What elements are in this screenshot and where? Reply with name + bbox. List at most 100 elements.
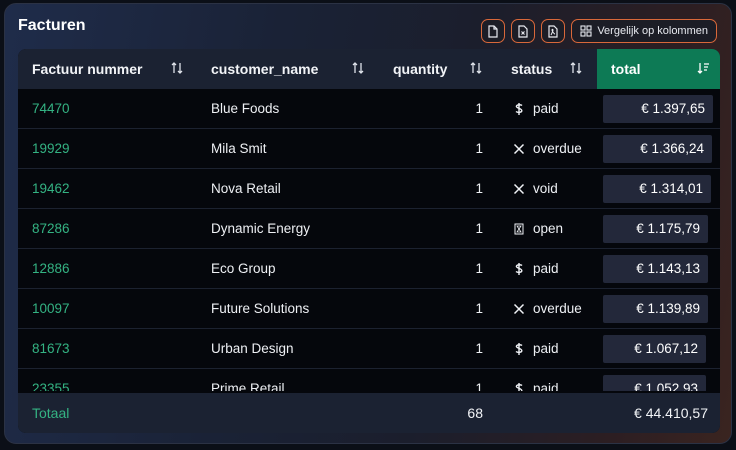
invoice-number-link[interactable]: 10097 bbox=[18, 289, 198, 329]
footer-total-sum: € 44.410,57 bbox=[634, 405, 708, 421]
status-label: open bbox=[533, 221, 564, 236]
customer-name-cell: Future Solutions bbox=[211, 301, 310, 316]
total-value: € 1.052,93 bbox=[634, 381, 698, 391]
total-value-bar: € 1.052,93 bbox=[603, 374, 706, 391]
card-title: Facturen bbox=[18, 17, 86, 34]
total-cell: € 1.067,12 bbox=[597, 329, 720, 369]
status-label: overdue bbox=[533, 141, 582, 156]
quantity-cell: 1 bbox=[475, 381, 483, 391]
total-cell: € 1.052,93 bbox=[597, 369, 720, 391]
table-row[interactable]: 12886 Eco Group 1 paid € 1.143,13 bbox=[18, 249, 720, 289]
table-row[interactable]: 19929 Mila Smit 1 overdue € 1.366,24 bbox=[18, 129, 720, 169]
status-cell: void bbox=[497, 169, 597, 209]
x-icon bbox=[511, 183, 527, 195]
column-header-quantity[interactable]: quantity bbox=[379, 49, 497, 89]
compare-columns-button[interactable]: Vergelijk op kolommen bbox=[571, 19, 717, 43]
sort-icon[interactable] bbox=[170, 61, 184, 78]
status-cell: overdue bbox=[497, 289, 597, 329]
invoice-number-link[interactable]: 74470 bbox=[18, 89, 198, 129]
invoice-number-link[interactable]: 87286 bbox=[18, 209, 198, 249]
status-label: void bbox=[533, 181, 558, 196]
total-cell: € 1.397,65 bbox=[597, 89, 720, 129]
table-row[interactable]: 74470 Blue Foods 1 paid € 1.397,65 bbox=[18, 89, 720, 129]
invoices-card: Facturen Vergelijk op kolommen Factuur n… bbox=[4, 3, 732, 444]
total-value: € 1.175,79 bbox=[636, 221, 700, 236]
column-header-total[interactable]: total bbox=[597, 49, 720, 89]
total-value: € 1.314,01 bbox=[639, 181, 703, 196]
total-cell: € 1.366,24 bbox=[597, 129, 720, 169]
total-value-bar: € 1.067,12 bbox=[603, 334, 706, 363]
dollar-icon bbox=[511, 262, 527, 276]
customer-name-cell: Prime Retail bbox=[211, 381, 285, 391]
table-body: 74470 Blue Foods 1 paid € 1.397,65 19929 Mila … bbox=[18, 89, 720, 391]
customer-name-cell: Mila Smit bbox=[211, 141, 267, 156]
status-label: paid bbox=[533, 381, 559, 391]
total-cell: € 1.139,89 bbox=[597, 289, 720, 329]
quantity-cell: 1 bbox=[475, 221, 483, 236]
x-icon bbox=[511, 143, 527, 155]
status-cell: overdue bbox=[497, 129, 597, 169]
column-header-label: customer_name bbox=[211, 61, 319, 77]
column-header-label: total bbox=[611, 61, 641, 77]
dollar-icon bbox=[511, 102, 527, 116]
total-cell: € 1.175,79 bbox=[597, 209, 720, 249]
table-footer: Totaal 68 € 44.410,57 bbox=[18, 393, 720, 433]
total-value: € 1.139,89 bbox=[636, 301, 700, 316]
invoice-number-link[interactable]: 12886 bbox=[18, 249, 198, 289]
status-cell: paid bbox=[497, 369, 597, 391]
invoices-table: Factuur nummer customer_name quantity st… bbox=[18, 49, 720, 433]
sort-icon[interactable] bbox=[569, 61, 583, 78]
export-pdf-button[interactable] bbox=[541, 19, 566, 43]
export-file-button[interactable] bbox=[481, 19, 506, 43]
file-icon bbox=[487, 24, 499, 38]
sort-descending-icon[interactable] bbox=[696, 61, 710, 78]
total-cell: € 1.143,13 bbox=[597, 249, 720, 289]
table-row[interactable]: 10097 Future Solutions 1 overdue € 1.139,89 bbox=[18, 289, 720, 329]
total-value: € 1.143,13 bbox=[636, 261, 700, 276]
total-value: € 1.067,12 bbox=[634, 341, 698, 356]
export-excel-button[interactable] bbox=[511, 19, 536, 43]
quantity-cell: 1 bbox=[475, 181, 483, 196]
customer-name-cell: Blue Foods bbox=[211, 101, 280, 116]
customer-name-cell: Nova Retail bbox=[211, 181, 281, 196]
table-row[interactable]: 19462 Nova Retail 1 void € 1.314,01 bbox=[18, 169, 720, 209]
column-header-customer[interactable]: customer_name bbox=[198, 49, 379, 89]
column-header-label: Factuur nummer bbox=[32, 61, 143, 77]
invoice-number-link[interactable]: 23355 bbox=[18, 369, 198, 391]
toolbar: Vergelijk op kolommen bbox=[481, 19, 717, 43]
quantity-cell: 1 bbox=[475, 101, 483, 116]
status-label: paid bbox=[533, 261, 559, 276]
status-cell: open bbox=[497, 209, 597, 249]
total-value-bar: € 1.366,24 bbox=[603, 134, 712, 163]
footer-label: Totaal bbox=[32, 405, 70, 421]
total-value-bar: € 1.314,01 bbox=[603, 174, 711, 203]
customer-name-cell: Dynamic Energy bbox=[211, 221, 311, 236]
table-row[interactable]: 81673 Urban Design 1 paid € 1.067,12 bbox=[18, 329, 720, 369]
column-header-invoice[interactable]: Factuur nummer bbox=[18, 49, 198, 89]
quantity-cell: 1 bbox=[475, 341, 483, 356]
quantity-cell: 1 bbox=[475, 301, 483, 316]
quantity-cell: 1 bbox=[475, 141, 483, 156]
total-value-bar: € 1.175,79 bbox=[603, 214, 708, 243]
table-row[interactable]: 87286 Dynamic Energy 1 open € 1.175,79 bbox=[18, 209, 720, 249]
hourglass-icon bbox=[511, 223, 527, 235]
file-excel-icon bbox=[517, 24, 529, 38]
table-header: Factuur nummer customer_name quantity st… bbox=[18, 49, 720, 89]
total-cell: € 1.314,01 bbox=[597, 169, 720, 209]
invoice-number-link[interactable]: 81673 bbox=[18, 329, 198, 369]
table-row[interactable]: 23355 Prime Retail 1 paid € 1.052,93 bbox=[18, 369, 720, 391]
file-pdf-icon bbox=[547, 24, 559, 38]
column-header-status[interactable]: status bbox=[497, 49, 597, 89]
column-header-label: quantity bbox=[393, 61, 448, 77]
sort-icon[interactable] bbox=[469, 61, 483, 78]
invoice-number-link[interactable]: 19462 bbox=[18, 169, 198, 209]
status-cell: paid bbox=[497, 329, 597, 369]
sort-icon[interactable] bbox=[351, 61, 365, 78]
column-header-label: status bbox=[511, 61, 553, 77]
status-cell: paid bbox=[497, 89, 597, 129]
customer-name-cell: Urban Design bbox=[211, 341, 294, 356]
footer-quantity-sum: 68 bbox=[467, 405, 483, 421]
invoice-number-link[interactable]: 19929 bbox=[18, 129, 198, 169]
total-value: € 1.366,24 bbox=[640, 141, 704, 156]
total-value-bar: € 1.397,65 bbox=[603, 94, 713, 123]
